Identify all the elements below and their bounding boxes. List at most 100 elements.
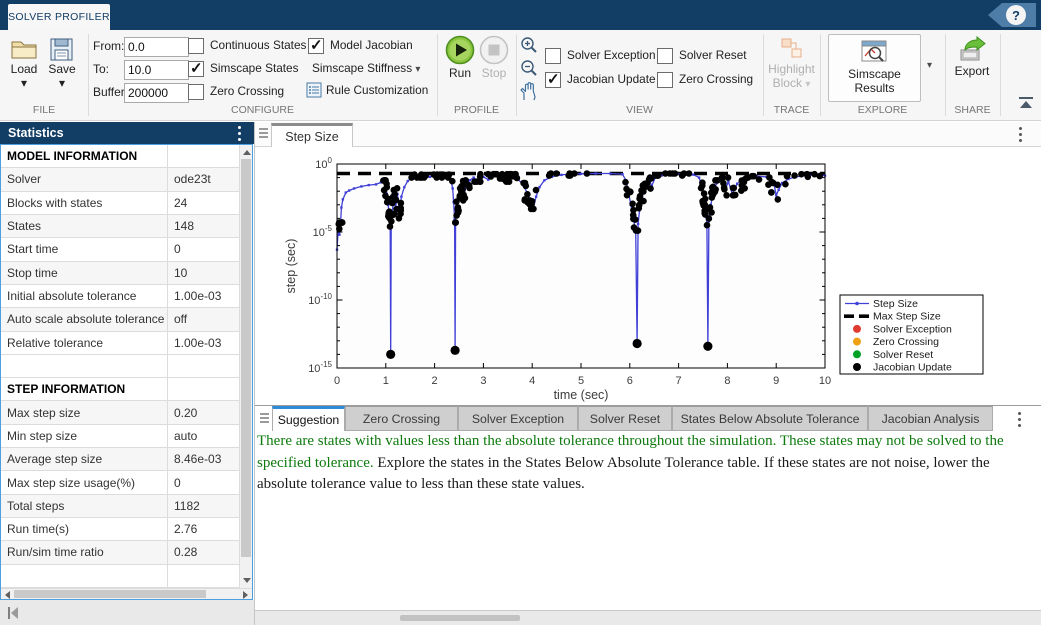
row-label: Min step size bbox=[1, 425, 168, 447]
save-icon bbox=[44, 36, 80, 62]
load-button[interactable]: Load ▾ bbox=[6, 34, 42, 90]
checkbox-simscape-states[interactable]: Simscape States bbox=[188, 61, 299, 77]
kebab-menu-icon[interactable] bbox=[238, 126, 241, 129]
scroll-down-icon[interactable] bbox=[243, 578, 251, 583]
save-button[interactable]: Save ▾ bbox=[44, 34, 80, 90]
table-row[interactable]: States148 bbox=[1, 215, 240, 238]
checkbox-solver-exception[interactable]: Solver Exception bbox=[545, 48, 656, 64]
checkbox-continuous-states[interactable]: Continuous States bbox=[188, 38, 306, 54]
scrollbar-thumb[interactable] bbox=[241, 159, 251, 557]
chevron-down-icon: ▾ bbox=[415, 64, 420, 75]
row-value: ode23t bbox=[168, 168, 240, 190]
svg-text:10-5: 10-5 bbox=[313, 224, 333, 239]
vertical-scrollbar[interactable] bbox=[239, 145, 252, 588]
table-row[interactable]: Relative tolerance1.00e-03 bbox=[1, 332, 240, 355]
tab-solver-exception[interactable]: Solver Exception bbox=[458, 406, 578, 431]
row-label: Max step size bbox=[1, 401, 168, 423]
table-row[interactable]: Stop time10 bbox=[1, 262, 240, 285]
svg-text:7: 7 bbox=[676, 375, 682, 387]
table-row[interactable]: Run/sim time ratio0.28 bbox=[1, 541, 240, 564]
table-row[interactable]: Initial absolute tolerance1.00e-03 bbox=[1, 285, 240, 308]
simscape-stiffness-dropdown[interactable]: Simscape Stiffness ▾ bbox=[312, 61, 420, 75]
table-row[interactable]: MODEL INFORMATION bbox=[1, 145, 240, 168]
run-button[interactable]: Run bbox=[441, 34, 479, 80]
row-label: Stop time bbox=[1, 262, 168, 284]
grip-icon[interactable] bbox=[259, 128, 268, 130]
section-file: FILE bbox=[0, 104, 88, 118]
section-profile: PROFILE bbox=[437, 104, 516, 118]
checkbox-zero-crossing-configure[interactable]: Zero Crossing bbox=[188, 84, 284, 100]
zoom-in-icon[interactable] bbox=[520, 36, 538, 54]
row-label: Solver bbox=[1, 168, 168, 190]
grip-icon[interactable] bbox=[260, 413, 269, 415]
table-row[interactable]: Run time(s)2.76 bbox=[1, 518, 240, 541]
kebab-menu-icon[interactable] bbox=[1018, 412, 1021, 415]
simscape-results-dropdown[interactable]: ▾ bbox=[927, 60, 932, 71]
row-label: Relative tolerance bbox=[1, 332, 168, 354]
stop-label: Stop bbox=[475, 66, 513, 80]
table-row[interactable]: Max step size usage(%)0 bbox=[1, 471, 240, 494]
scroll-left-icon[interactable] bbox=[5, 591, 10, 599]
svg-text:Solver Exception: Solver Exception bbox=[873, 323, 952, 335]
scrollbar-thumb[interactable] bbox=[14, 590, 206, 598]
table-row[interactable]: Min step sizeauto bbox=[1, 425, 240, 448]
row-label: MODEL INFORMATION bbox=[1, 145, 168, 167]
svg-text:10-10: 10-10 bbox=[308, 292, 332, 307]
checkbox-jacobian-update[interactable]: Jacobian Update bbox=[545, 72, 656, 88]
simscape-results-button[interactable]: Simscape Results bbox=[828, 34, 921, 102]
tab-jacobian-analysis[interactable]: Jacobian Analysis bbox=[868, 406, 993, 431]
row-value: 148 bbox=[168, 215, 240, 237]
buffer-input[interactable] bbox=[124, 83, 189, 103]
tab-states-below-absolute-tolerance[interactable]: States Below Absolute Tolerance bbox=[672, 406, 868, 431]
row-value: off bbox=[168, 308, 240, 330]
highlight-label-2: Block ▾ bbox=[763, 76, 820, 90]
scroll-up-icon[interactable] bbox=[243, 150, 251, 155]
checkbox-zero-crossing-view[interactable]: Zero Crossing bbox=[657, 72, 753, 88]
svg-text:8: 8 bbox=[724, 375, 730, 387]
highlight-label-1: Highlight bbox=[763, 62, 820, 76]
scroll-right-icon[interactable] bbox=[243, 591, 248, 599]
tab-zero-crossing[interactable]: Zero Crossing bbox=[345, 406, 458, 431]
tab-solver-profiler[interactable]: SOLVER PROFILER bbox=[8, 4, 110, 30]
bottom-tabbar: SuggestionZero CrossingSolver ExceptionS… bbox=[255, 405, 1041, 430]
collapse-ribbon-icon[interactable] bbox=[1016, 96, 1036, 110]
step-size-chart[interactable]: 01234567891010010-510-1010-15time (sec)s… bbox=[255, 147, 1041, 405]
table-row[interactable]: Max step size0.20 bbox=[1, 401, 240, 424]
svg-text:4: 4 bbox=[529, 375, 535, 387]
row-value bbox=[168, 145, 240, 167]
checkbox-solver-reset[interactable]: Solver Reset bbox=[657, 48, 747, 64]
table-row[interactable]: Average step size8.46e-03 bbox=[1, 448, 240, 471]
kebab-menu-icon[interactable] bbox=[1019, 127, 1022, 130]
horizontal-scrollbar[interactable] bbox=[1, 588, 252, 599]
tab-solver-reset[interactable]: Solver Reset bbox=[578, 406, 672, 431]
splitter-handle[interactable] bbox=[400, 615, 520, 621]
svg-text:10: 10 bbox=[819, 375, 831, 387]
tab-suggestion[interactable]: Suggestion bbox=[272, 406, 345, 431]
collapse-panel-icon[interactable] bbox=[6, 606, 20, 620]
table-row[interactable] bbox=[1, 565, 240, 588]
export-button[interactable]: Export bbox=[946, 34, 998, 78]
divider bbox=[1000, 34, 1001, 116]
table-row[interactable]: Blocks with states24 bbox=[1, 192, 240, 215]
svg-text:Step Size: Step Size bbox=[873, 298, 918, 310]
table-row[interactable]: Total steps1182 bbox=[1, 495, 240, 518]
pan-hand-icon[interactable] bbox=[518, 82, 538, 102]
checkbox-model-jacobian[interactable]: Model Jacobian bbox=[308, 38, 413, 54]
zoom-out-icon[interactable] bbox=[520, 59, 538, 77]
checkbox-box bbox=[545, 48, 561, 64]
table-row[interactable]: Auto scale absolute toleranceoff bbox=[1, 308, 240, 331]
rule-list-icon bbox=[306, 82, 322, 98]
table-row[interactable]: Start time0 bbox=[1, 238, 240, 261]
simscape-results-label-1: Simscape bbox=[829, 67, 920, 81]
from-input[interactable] bbox=[124, 37, 189, 57]
row-label bbox=[1, 565, 168, 587]
help-icon[interactable]: ? bbox=[1006, 5, 1026, 25]
checkbox-label: Solver Reset bbox=[679, 48, 747, 63]
svg-text:Max Step Size: Max Step Size bbox=[873, 311, 941, 323]
table-row[interactable] bbox=[1, 355, 240, 378]
rule-customization-button[interactable]: Rule Customization bbox=[306, 82, 428, 98]
to-input[interactable] bbox=[124, 60, 189, 80]
table-row[interactable]: STEP INFORMATION bbox=[1, 378, 240, 401]
tab-step-size[interactable]: Step Size bbox=[271, 123, 353, 147]
table-row[interactable]: Solverode23t bbox=[1, 168, 240, 191]
